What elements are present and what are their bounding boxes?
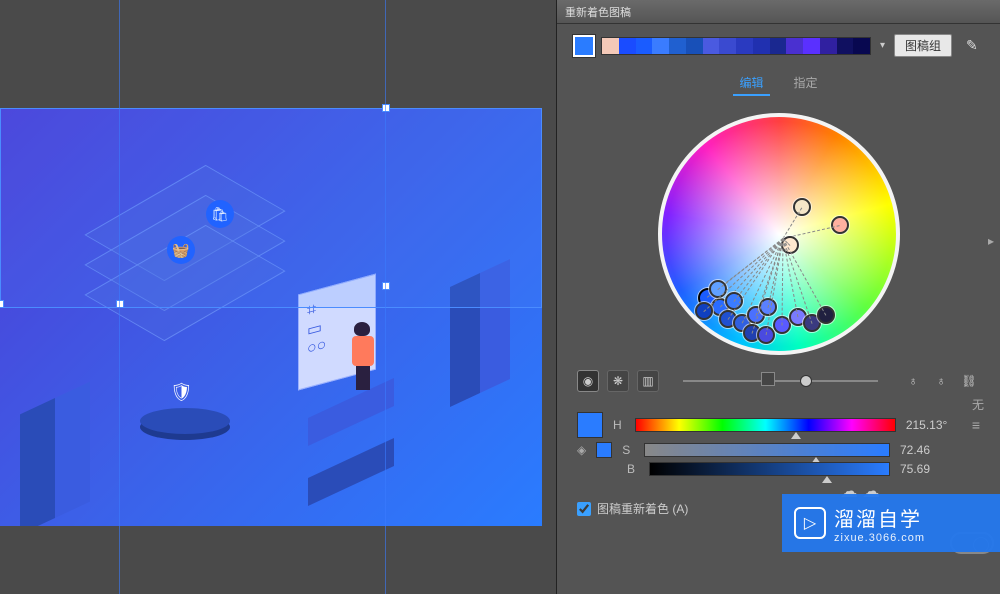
person-figure bbox=[348, 322, 378, 392]
brightness-pointer[interactable] bbox=[822, 476, 832, 483]
artwork-illustration[interactable]: 🛍 🧺 🛡︎ ⌗▭○○ bbox=[0, 108, 542, 526]
tab-edit[interactable]: 编辑 bbox=[733, 71, 769, 96]
smooth-wheel-button[interactable]: ◉ bbox=[577, 370, 599, 392]
segmented-wheel-button[interactable]: ❋ bbox=[607, 370, 629, 392]
bag-icon: 🛍 bbox=[206, 200, 234, 228]
strip-color[interactable] bbox=[853, 38, 870, 54]
hsb-swatch[interactable] bbox=[577, 412, 603, 438]
strip-color[interactable] bbox=[703, 38, 720, 54]
active-color-swatch[interactable] bbox=[573, 35, 595, 57]
recolor-art-label: 图稿重新着色 (A) bbox=[597, 500, 688, 517]
saturation-label: S bbox=[622, 443, 634, 457]
strip-color[interactable] bbox=[669, 38, 686, 54]
strip-color[interactable] bbox=[636, 38, 653, 54]
strip-color[interactable] bbox=[686, 38, 703, 54]
strip-color[interactable] bbox=[619, 38, 636, 54]
selection-handle-n[interactable] bbox=[382, 104, 390, 112]
hsb-sliders: H 215.13° ≡ ◈ S 72.46 B 75.69 bbox=[557, 404, 1000, 484]
slider-knob[interactable] bbox=[800, 375, 812, 387]
strip-color[interactable] bbox=[803, 38, 820, 54]
color-strip-row: ▾ 图稿组 ✎ bbox=[557, 24, 1000, 67]
watermark-play-icon: ▷ bbox=[794, 507, 826, 539]
iso-pillar-right bbox=[450, 259, 510, 407]
saturation-slider[interactable] bbox=[644, 443, 890, 457]
strip-dropdown-icon[interactable]: ▾ bbox=[877, 40, 888, 51]
selection-handle[interactable] bbox=[116, 300, 124, 308]
guide-vertical[interactable] bbox=[119, 0, 120, 594]
expand-panel-icon[interactable]: ▸ bbox=[988, 234, 994, 248]
add-color-tool-icon[interactable]: ♁ bbox=[902, 370, 924, 392]
document-colors-strip[interactable] bbox=[601, 37, 871, 55]
hue-value[interactable]: 215.13° bbox=[906, 418, 962, 432]
canvas-area: 🛍 🧺 🛡︎ ⌗▭○○ bbox=[0, 0, 556, 594]
hue-label: H bbox=[613, 418, 625, 432]
selection-handle-w[interactable] bbox=[0, 300, 4, 308]
strip-color[interactable] bbox=[770, 38, 787, 54]
watermark-brand: 溜溜自学 bbox=[834, 503, 925, 532]
color-wheel[interactable] bbox=[658, 113, 900, 355]
hue-slider[interactable] bbox=[635, 418, 896, 432]
strip-color[interactable] bbox=[736, 38, 753, 54]
strip-color[interactable] bbox=[602, 38, 619, 54]
cube-icon[interactable]: ◈ bbox=[577, 443, 586, 457]
sat-swatch[interactable] bbox=[596, 442, 612, 458]
tab-assign[interactable]: 指定 bbox=[788, 71, 824, 96]
color-group-preset[interactable]: 图稿组 bbox=[894, 34, 952, 57]
basket-icon: 🧺 bbox=[167, 236, 195, 264]
shield-icon: 🛡︎ bbox=[170, 382, 198, 416]
strip-color[interactable] bbox=[652, 38, 669, 54]
hue-pointer[interactable] bbox=[791, 432, 801, 439]
color-bars-button[interactable]: ▥ bbox=[637, 370, 659, 392]
mode-tabs: 编辑 指定 bbox=[557, 67, 1000, 102]
strip-color[interactable] bbox=[786, 38, 803, 54]
slider-menu-icon[interactable]: ≡ bbox=[972, 417, 980, 433]
strip-color[interactable] bbox=[753, 38, 770, 54]
panel-title[interactable]: 重新着色图稿 bbox=[557, 0, 1000, 24]
iso-pillar-left bbox=[20, 382, 90, 526]
brightness-slider[interactable] bbox=[683, 377, 878, 385]
strip-color[interactable] bbox=[837, 38, 854, 54]
remove-color-tool-icon[interactable]: ♁ bbox=[930, 370, 952, 392]
strip-color[interactable] bbox=[719, 38, 736, 54]
brightness-slider-b[interactable] bbox=[649, 462, 890, 476]
brightness-value[interactable]: 75.69 bbox=[900, 462, 956, 476]
recolor-art-checkbox[interactable] bbox=[577, 502, 591, 516]
wheel-spoke bbox=[781, 238, 783, 325]
watermark-banner: ▷ 溜溜自学 zixue.3066.com bbox=[782, 494, 1000, 552]
unlink-harmony-icon[interactable]: ⛓ bbox=[958, 370, 980, 392]
color-group-none-label: 无 bbox=[972, 396, 984, 413]
eyedropper-icon[interactable]: ✎ bbox=[966, 37, 984, 55]
watermark-url: zixue.3066.com bbox=[834, 532, 925, 544]
color-wheel-area: ▸ bbox=[557, 102, 1000, 366]
brightness-label: B bbox=[627, 462, 639, 476]
strip-color[interactable] bbox=[820, 38, 837, 54]
guide-vertical[interactable] bbox=[385, 0, 386, 594]
wheel-tools-row: ◉ ❋ ▥ ♁ ♁ ⛓ bbox=[557, 366, 1000, 404]
saturation-value[interactable]: 72.46 bbox=[900, 443, 956, 457]
slider-marker[interactable] bbox=[761, 372, 775, 386]
selection-handle[interactable] bbox=[382, 282, 390, 290]
